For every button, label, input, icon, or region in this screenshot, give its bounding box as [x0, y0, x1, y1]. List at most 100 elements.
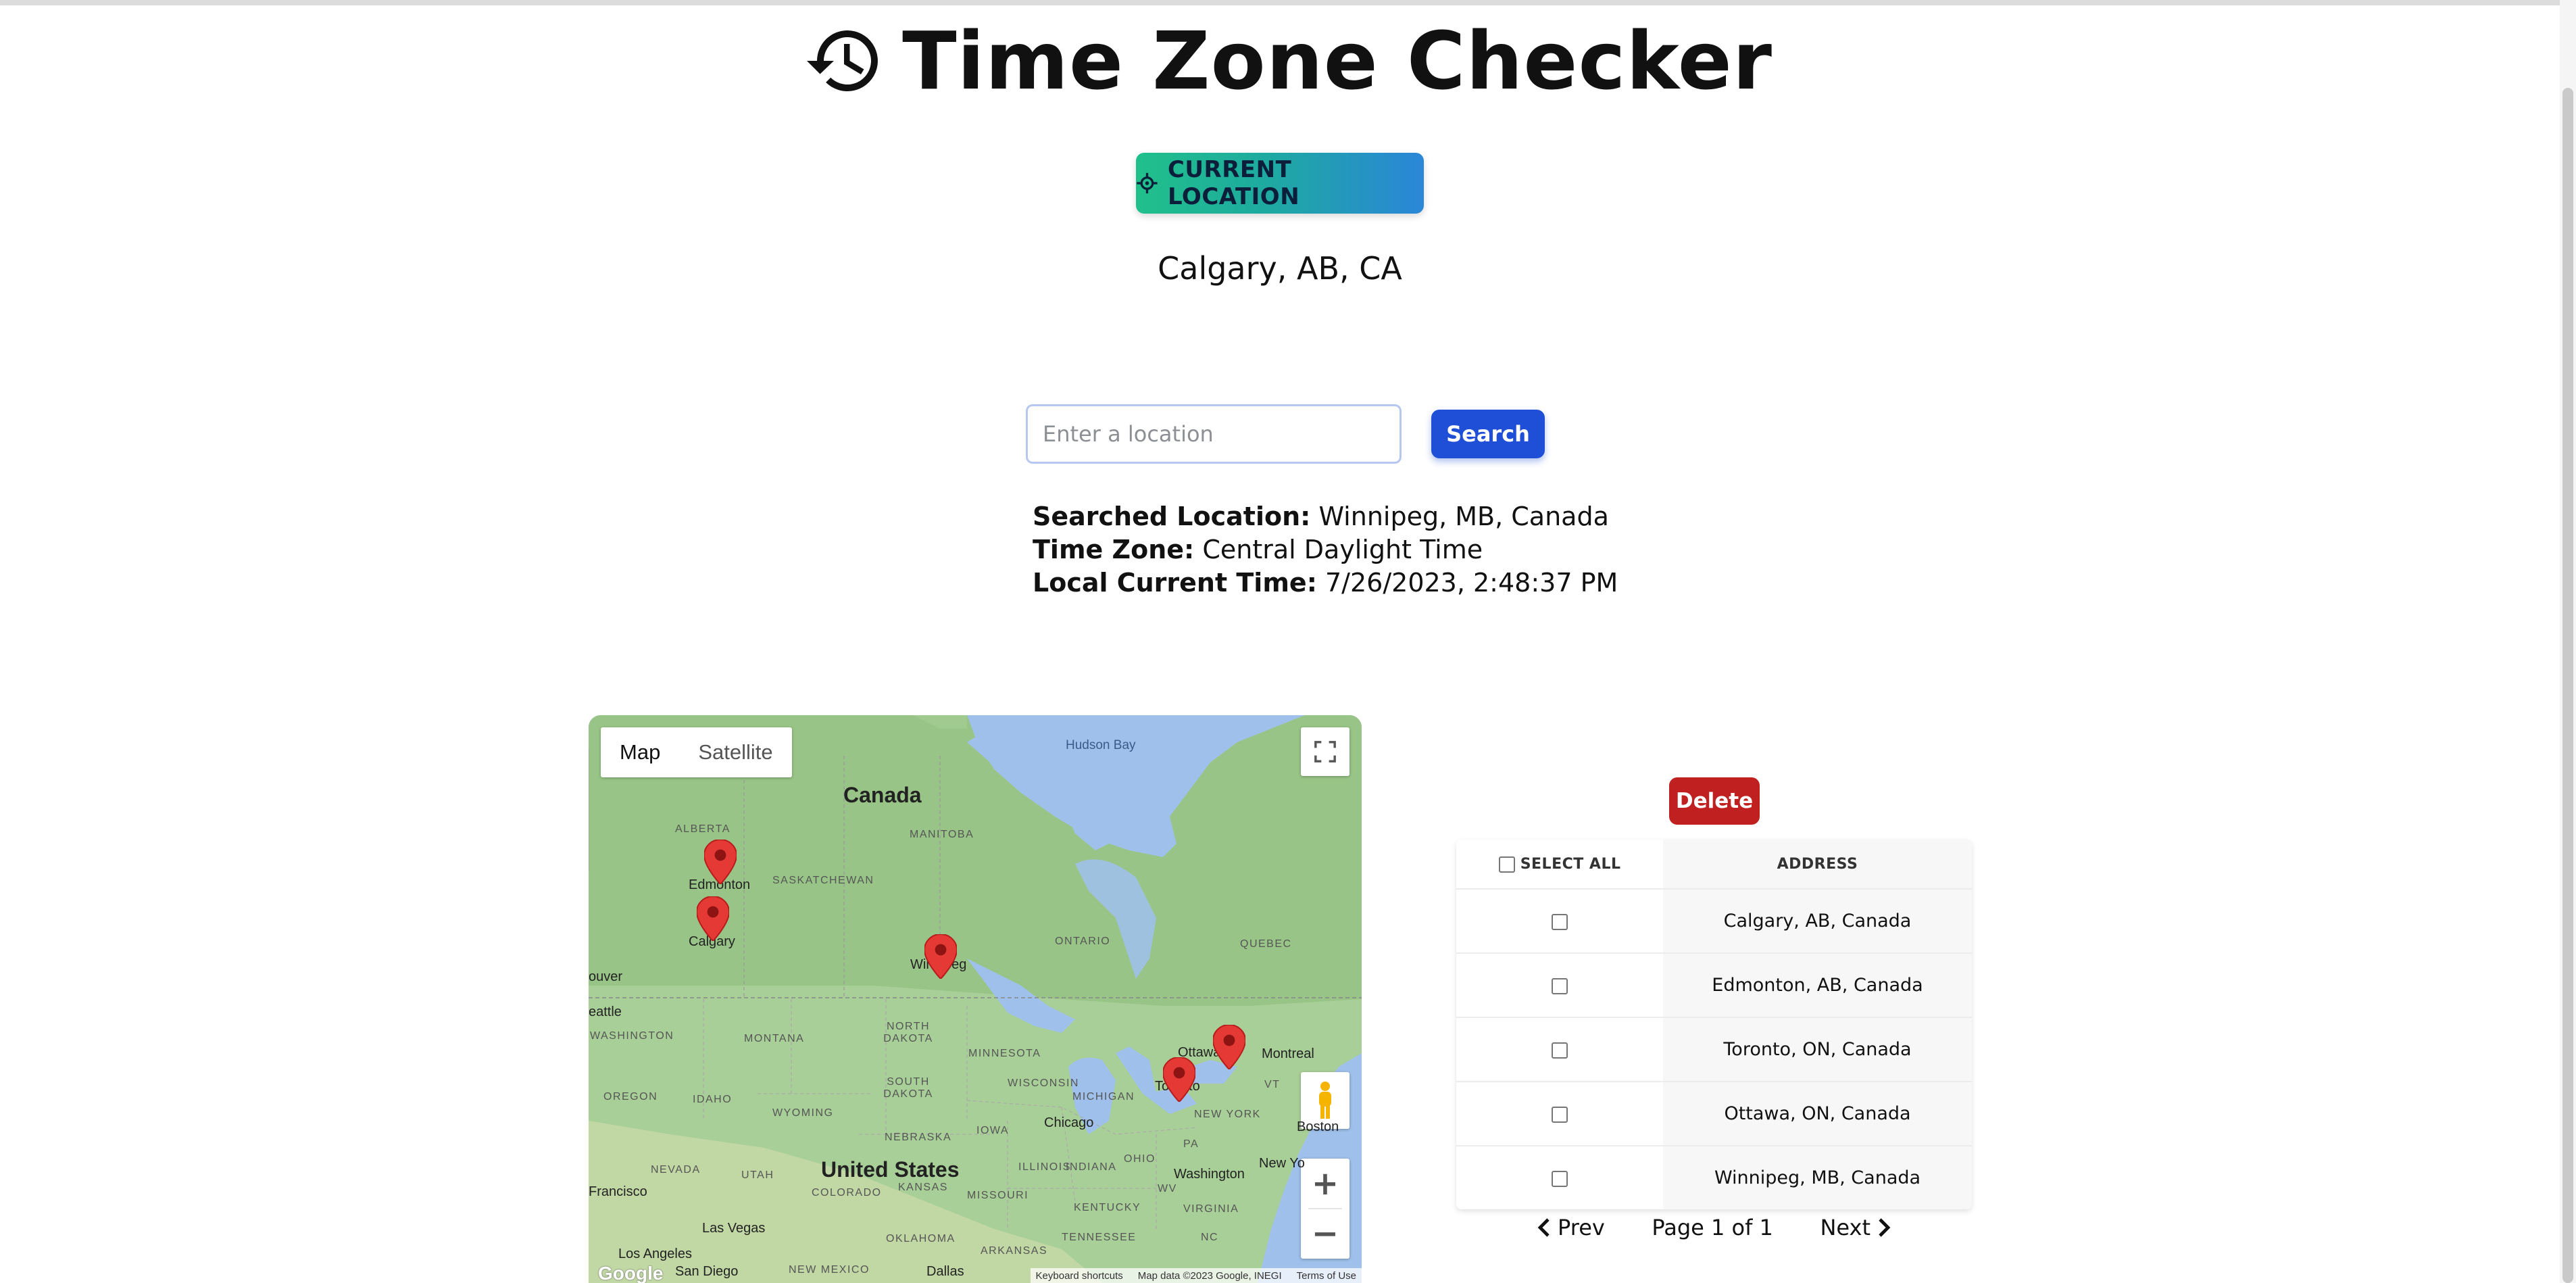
- map-label-montana: MONTANA: [744, 1033, 805, 1044]
- map-type-map[interactable]: Map: [601, 727, 679, 777]
- map-label-hudson-bay: Hudson Bay: [1066, 738, 1136, 752]
- map-label-wv: WV: [1158, 1183, 1177, 1194]
- map-label-oregon: OREGON: [603, 1091, 658, 1103]
- map-marker-calgary[interactable]: [697, 896, 729, 941]
- table-row: Winnipeg, MB, Canada: [1456, 1145, 1972, 1209]
- row-checkbox[interactable]: [1552, 1106, 1568, 1123]
- select-all-label: SELECT ALL: [1520, 855, 1621, 873]
- map-marker-winnipeg[interactable]: [924, 934, 957, 979]
- address-cell: Winnipeg, MB, Canada: [1663, 1145, 1972, 1209]
- prev-label: Prev: [1558, 1215, 1605, 1240]
- map-attribution: Keyboard shortcuts Map data ©2023 Google…: [1030, 1268, 1362, 1283]
- map-label-pa: PA: [1183, 1138, 1199, 1150]
- time-zone-value: Central Daylight Time: [1202, 535, 1483, 564]
- table-row: Ottawa, ON, Canada: [1456, 1081, 1972, 1146]
- map-label-montreal: Montreal: [1262, 1046, 1314, 1061]
- search-result: Searched Location: Winnipeg, MB, Canada …: [1033, 500, 1618, 600]
- map-label-chicago: Chicago: [1044, 1115, 1094, 1130]
- map-marker-ottawa[interactable]: [1213, 1025, 1245, 1069]
- row-checkbox[interactable]: [1552, 913, 1568, 930]
- row-checkbox[interactable]: [1552, 1042, 1568, 1059]
- map-type-satellite[interactable]: Satellite: [679, 727, 791, 777]
- map-label-south-dakota: SOUTH DAKOTA: [883, 1076, 933, 1100]
- history-icon: [807, 30, 878, 91]
- prev-page-button[interactable]: Prev: [1537, 1215, 1605, 1240]
- row-checkbox[interactable]: [1552, 1170, 1568, 1187]
- table-row: Edmonton, AB, Canada: [1456, 952, 1972, 1017]
- address-header: ADDRESS: [1663, 840, 1972, 889]
- map-label-saskatchewan: SASKATCHEWAN: [772, 875, 874, 886]
- map-label-ontario: ONTARIO: [1055, 936, 1111, 947]
- table-row: Calgary, AB, Canada: [1456, 888, 1972, 953]
- map-marker-edmonton[interactable]: [704, 840, 737, 884]
- zoom-out-button[interactable]: −: [1301, 1209, 1349, 1258]
- page-indicator: Page 1 of 1: [1652, 1215, 1773, 1240]
- map-label-illinois: ILLINOIS: [1018, 1161, 1071, 1173]
- location-search-input[interactable]: [1026, 404, 1402, 464]
- row-checkbox-cell: [1456, 1145, 1663, 1209]
- page-header: Time Zone Checker: [0, 14, 2576, 108]
- address-cell: Edmonton, AB, Canada: [1663, 952, 1972, 1017]
- map-label-united-states: United States: [821, 1157, 960, 1182]
- row-checkbox-cell: [1456, 1081, 1663, 1146]
- current-city-text: Calgary, AB, CA: [1158, 250, 1402, 287]
- map-type-control: Map Satellite: [601, 727, 792, 777]
- map-label-manitoba: MANITOBA: [910, 829, 974, 840]
- map-label-north-dakota: NORTH DAKOTA: [883, 1021, 933, 1044]
- next-label: Next: [1820, 1215, 1871, 1240]
- zoom-in-button[interactable]: +: [1301, 1159, 1349, 1208]
- zoom-control: + −: [1301, 1159, 1349, 1259]
- map-label-washington-dc: Washington: [1174, 1167, 1245, 1182]
- map-label-seattle: eattle: [589, 1004, 622, 1019]
- map-label-kansas: KANSAS: [898, 1182, 948, 1193]
- terms-of-use-link[interactable]: Terms of Use: [1297, 1270, 1356, 1282]
- fullscreen-button[interactable]: [1301, 727, 1349, 776]
- chevron-right-icon: [1879, 1218, 1891, 1237]
- row-checkbox-cell: [1456, 1017, 1663, 1082]
- current-location-button[interactable]: CURRENT LOCATION: [1136, 153, 1424, 214]
- pagination: Prev Page 1 of 1 Next: [1456, 1207, 1972, 1248]
- browser-top-border: [0, 0, 2576, 5]
- map-label-indiana: INDIANA: [1066, 1161, 1117, 1173]
- searched-location-label: Searched Location:: [1033, 502, 1311, 531]
- table-row: Toronto, ON, Canada: [1456, 1017, 1972, 1082]
- crosshair-icon: [1137, 172, 1158, 194]
- map-label-iowa: IOWA: [976, 1125, 1010, 1136]
- map-label-quebec: QUEBEC: [1240, 938, 1292, 950]
- select-all-header: SELECT ALL: [1456, 840, 1663, 889]
- searched-location-value: Winnipeg, MB, Canada: [1318, 502, 1609, 531]
- map-label-nevada: NEVADA: [651, 1164, 701, 1176]
- map-label-oklahoma: OKLAHOMA: [886, 1233, 956, 1244]
- address-cell: Calgary, AB, Canada: [1663, 888, 1972, 953]
- map-label-michigan: MICHIGAN: [1072, 1091, 1135, 1103]
- map-label-san-francisco: Francisco: [589, 1184, 647, 1199]
- next-page-button[interactable]: Next: [1820, 1215, 1891, 1240]
- searched-location-line: Searched Location: Winnipeg, MB, Canada: [1033, 500, 1618, 533]
- local-time-label: Local Current Time:: [1033, 568, 1317, 598]
- chevron-left-icon: [1537, 1218, 1550, 1237]
- keyboard-shortcuts-link[interactable]: Keyboard shortcuts: [1036, 1270, 1123, 1282]
- map-label-nebraska: NEBRASKA: [885, 1132, 952, 1143]
- map-label-utah: UTAH: [741, 1169, 774, 1181]
- map-label-washington: WASHINGTON: [590, 1030, 674, 1042]
- map-label-kentucky: KENTUCKY: [1074, 1202, 1141, 1213]
- delete-button[interactable]: Delete: [1669, 777, 1760, 825]
- map-label-vt: VT: [1264, 1079, 1281, 1090]
- time-zone-label: Time Zone:: [1033, 535, 1195, 564]
- map-label-nc: NC: [1201, 1232, 1219, 1243]
- map-view[interactable]: Map Satellite + − Canada United States H…: [589, 715, 1362, 1283]
- pegman-icon: [1319, 1082, 1331, 1119]
- map-label-alberta: ALBERTA: [675, 823, 730, 835]
- search-button[interactable]: Search: [1431, 410, 1545, 458]
- map-label-missouri: MISSOURI: [967, 1190, 1029, 1201]
- page-scrollbar-thumb[interactable]: [2562, 88, 2573, 1283]
- google-logo: Google: [598, 1263, 664, 1283]
- select-all-checkbox[interactable]: [1498, 856, 1515, 873]
- row-checkbox[interactable]: [1552, 977, 1568, 994]
- map-marker-toronto[interactable]: [1163, 1057, 1195, 1102]
- map-label-minnesota: MINNESOTA: [968, 1048, 1041, 1059]
- map-label-dallas: Dallas: [926, 1264, 964, 1279]
- map-label-virginia: VIRGINIA: [1183, 1203, 1239, 1215]
- map-label-san-diego: San Diego: [675, 1264, 739, 1279]
- row-checkbox-cell: [1456, 952, 1663, 1017]
